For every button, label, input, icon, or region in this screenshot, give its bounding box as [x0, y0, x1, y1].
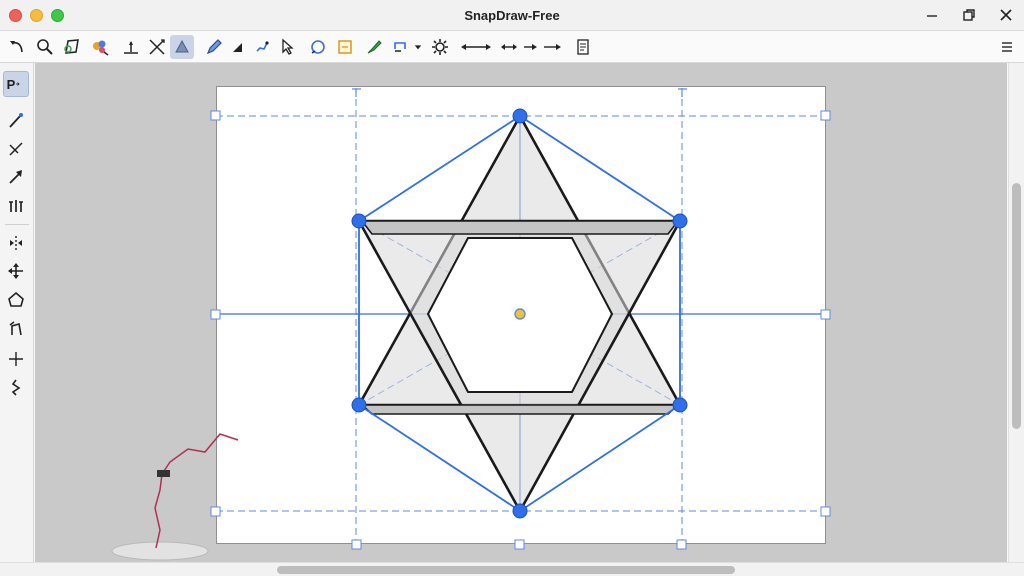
handle-bottom-left[interactable] [210, 506, 221, 517]
stray-marker [157, 470, 170, 477]
top-band [361, 220, 679, 235]
handle-mid-right[interactable] [820, 309, 831, 320]
top-tick-marks [352, 88, 687, 97]
horizontal-scroll-thumb[interactable] [277, 566, 735, 574]
app-window: SnapDraw-Free P [0, 0, 1024, 576]
stray-ellipse [111, 541, 209, 561]
handle-bottom-a[interactable] [351, 539, 362, 550]
vertex-lower-left[interactable] [351, 397, 367, 413]
handle-top-right[interactable] [820, 110, 831, 121]
handle-top-left[interactable] [210, 110, 221, 121]
vertex-lower-right[interactable] [672, 397, 688, 413]
handle-bottom-right[interactable] [820, 506, 831, 517]
handle-bottom-c[interactable] [676, 539, 687, 550]
vertical-scrollbar[interactable] [1008, 63, 1024, 562]
handle-mid-left[interactable] [210, 309, 221, 320]
vertex-bottom[interactable] [512, 503, 528, 519]
vertical-scroll-thumb[interactable] [1012, 183, 1021, 429]
vertex-upper-left[interactable] [351, 213, 367, 229]
vertex-top[interactable] [512, 108, 528, 124]
vertex-upper-right[interactable] [672, 213, 688, 229]
handle-bottom-b[interactable] [514, 539, 525, 550]
geometry-drawing [111, 88, 831, 561]
stray-freehand-line [154, 433, 239, 549]
bottom-band [361, 404, 679, 415]
center-point[interactable] [514, 308, 526, 320]
horizontal-scrollbar[interactable] [0, 562, 1024, 576]
